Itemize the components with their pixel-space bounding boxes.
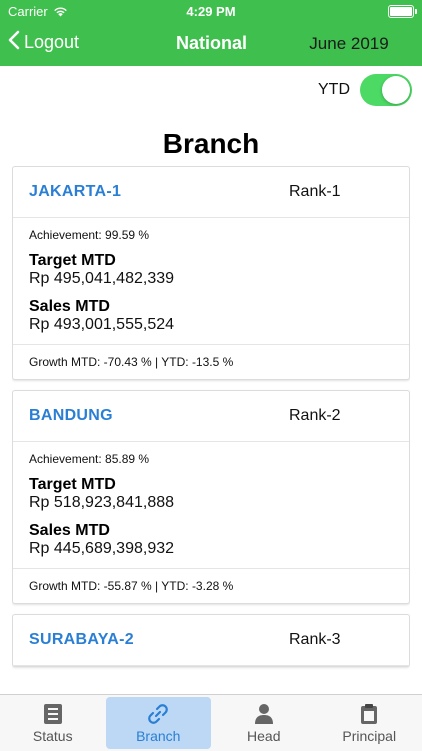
person-icon [253,703,275,725]
branch-card-body: Achievement: 85.89 % Target MTD Rp 518,9… [13,442,409,569]
sales-value: Rp 445,689,398,932 [29,540,393,558]
branch-name[interactable]: JAKARTA-1 [29,183,121,201]
tab-label: Head [247,728,280,744]
target-value: Rp 495,041,482,339 [29,270,393,288]
sales-value: Rp 493,001,555,524 [29,316,393,334]
tab-head[interactable]: Head [211,695,317,751]
clock: 4:29 PM [0,4,422,19]
branch-card-header: BANDUNG Rank-2 [13,391,409,442]
list-icon [42,703,64,725]
target-label: Target MTD [29,476,393,494]
ytd-toggle-row: YTD [318,74,412,106]
achievement-text: Achievement: 99.59 % [29,228,393,242]
logout-button[interactable]: Logout [8,30,79,55]
page-title: Branch [0,128,422,160]
branch-card[interactable]: JAKARTA-1 Rank-1 Achievement: 99.59 % Ta… [12,166,410,380]
link-icon [147,703,169,725]
chevron-left-icon [8,30,20,55]
tab-bar: Status Branch Head [0,694,422,751]
achievement-text: Achievement: 85.89 % [29,452,393,466]
period-label: June 2019 [309,34,388,54]
sales-label: Sales MTD [29,522,393,540]
branch-card-body: Achievement: 99.59 % Target MTD Rp 495,0… [13,218,409,345]
target-label: Target MTD [29,252,393,270]
branch-card-header: JAKARTA-1 Rank-1 [13,167,409,218]
branch-rank: Rank-2 [289,407,341,425]
tab-label: Branch [136,728,180,744]
clipboard-icon [358,703,380,725]
nav-bar: Logout National June 2019 [0,22,422,66]
branch-rank: Rank-3 [289,631,341,649]
tab-principal[interactable]: Principal [317,695,422,751]
status-bar: Carrier 4:29 PM [0,0,422,22]
ytd-switch[interactable] [360,74,412,106]
ytd-label: YTD [318,81,350,99]
period-selector[interactable]: June 2019 [276,22,422,68]
branch-card[interactable]: BANDUNG Rank-2 Achievement: 85.89 % Targ… [12,390,410,604]
logout-label: Logout [24,32,79,53]
tab-label: Status [33,728,73,744]
branch-card-header: SURABAYA-2 Rank-3 [13,615,409,666]
tab-branch[interactable]: Branch [106,697,212,749]
branch-rank: Rank-1 [289,183,341,201]
branch-card[interactable]: SURABAYA-2 Rank-3 [12,614,410,667]
branch-name[interactable]: SURABAYA-2 [29,631,134,649]
branch-name[interactable]: BANDUNG [29,407,113,425]
growth-text: Growth MTD: -70.43 % | YTD: -13.5 % [13,345,409,379]
sales-label: Sales MTD [29,298,393,316]
branch-list[interactable]: JAKARTA-1 Rank-1 Achievement: 99.59 % Ta… [12,166,410,693]
switch-knob [382,76,410,104]
nav-title: National [176,33,247,54]
target-value: Rp 518,923,841,888 [29,494,393,512]
tab-label: Principal [342,728,396,744]
tab-status[interactable]: Status [0,695,106,751]
battery-icon [388,5,414,18]
growth-text: Growth MTD: -55.87 % | YTD: -3.28 % [13,569,409,603]
app-header: Carrier 4:29 PM Logout National June 201… [0,0,422,66]
